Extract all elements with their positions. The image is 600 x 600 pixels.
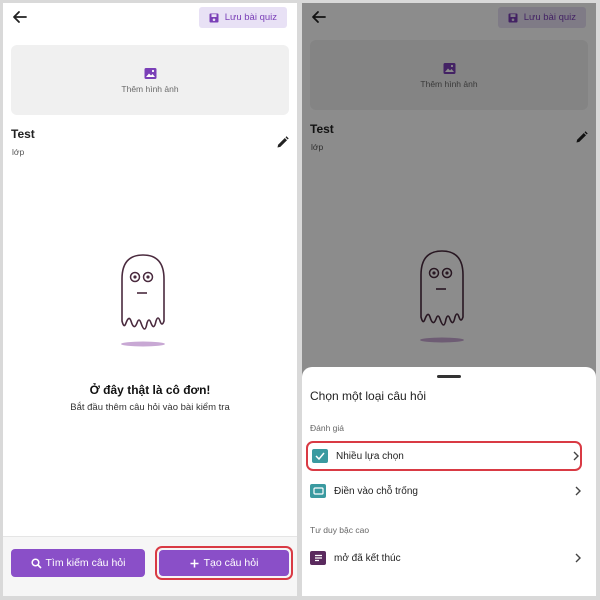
chevron-right-icon [575, 553, 581, 563]
save-button-label: Lưu bài quiz [224, 12, 277, 23]
search-icon [30, 557, 42, 569]
option-multiple-choice[interactable]: Nhiều lựa chọn [306, 441, 582, 471]
quiz-editor-screen: Lưu bài quiz Thêm hình ảnh Test lớp Ở đâ… [3, 3, 297, 596]
option-label: mở đã kết thúc [334, 552, 401, 564]
quiz-editor-with-sheet-screen: Lưu bài quiz Thêm hình ảnh Test lớp Chọn… [302, 3, 596, 596]
create-question-button[interactable]: Tạo câu hỏi [159, 550, 289, 576]
empty-state-subtitle: Bắt đầu thêm câu hỏi vào bài kiểm tra [70, 402, 230, 413]
option-fill-blank[interactable]: Điền vào chỗ trống [306, 476, 582, 506]
create-question-label: Tạo câu hỏi [203, 557, 259, 569]
back-arrow-icon[interactable] [11, 8, 29, 26]
save-icon [209, 13, 219, 22]
chevron-right-icon [573, 451, 579, 461]
quiz-class: lớp [12, 147, 25, 157]
plus-icon [190, 559, 199, 567]
open-ended-icon [310, 551, 326, 565]
quiz-title: Test [11, 127, 35, 141]
edit-pencil-icon[interactable] [276, 136, 289, 149]
blank-field-icon [310, 484, 326, 498]
add-image-label: Thêm hình ảnh [121, 83, 179, 94]
sheet-drag-handle[interactable] [437, 375, 461, 378]
question-type-sheet: Chọn một loại câu hỏi Đánh giá Nhiều lựa… [302, 367, 596, 596]
section-assessment-label: Đánh giá [310, 423, 345, 433]
add-image-area[interactable]: Thêm hình ảnh [11, 45, 289, 115]
comparison-stage: Lưu bài quiz Thêm hình ảnh Test lớp Ở đâ… [0, 0, 600, 600]
option-label: Điền vào chỗ trống [334, 485, 418, 497]
empty-state-title: Ở đây thật là cô đơn! [89, 383, 211, 397]
chevron-right-icon [575, 486, 581, 496]
section-higher-order-label: Tư duy bậc cao [310, 525, 370, 535]
bottom-action-bar: Tìm kiếm câu hỏi Tạo câu hỏi [3, 536, 297, 596]
empty-ghost-illustration [121, 254, 165, 347]
top-bar: Lưu bài quiz [3, 3, 297, 33]
option-open-ended[interactable]: mở đã kết thúc [306, 543, 582, 573]
save-quiz-button[interactable]: Lưu bài quiz [198, 7, 287, 28]
image-icon [144, 67, 156, 79]
sheet-title: Chọn một loại câu hỏi [310, 389, 427, 403]
checkbox-icon [312, 449, 328, 463]
create-button-highlight: Tạo câu hỏi [155, 546, 293, 580]
search-questions-button[interactable]: Tìm kiếm câu hỏi [11, 549, 145, 577]
search-questions-label: Tìm kiếm câu hỏi [45, 557, 126, 569]
option-label: Nhiều lựa chọn [336, 450, 404, 462]
